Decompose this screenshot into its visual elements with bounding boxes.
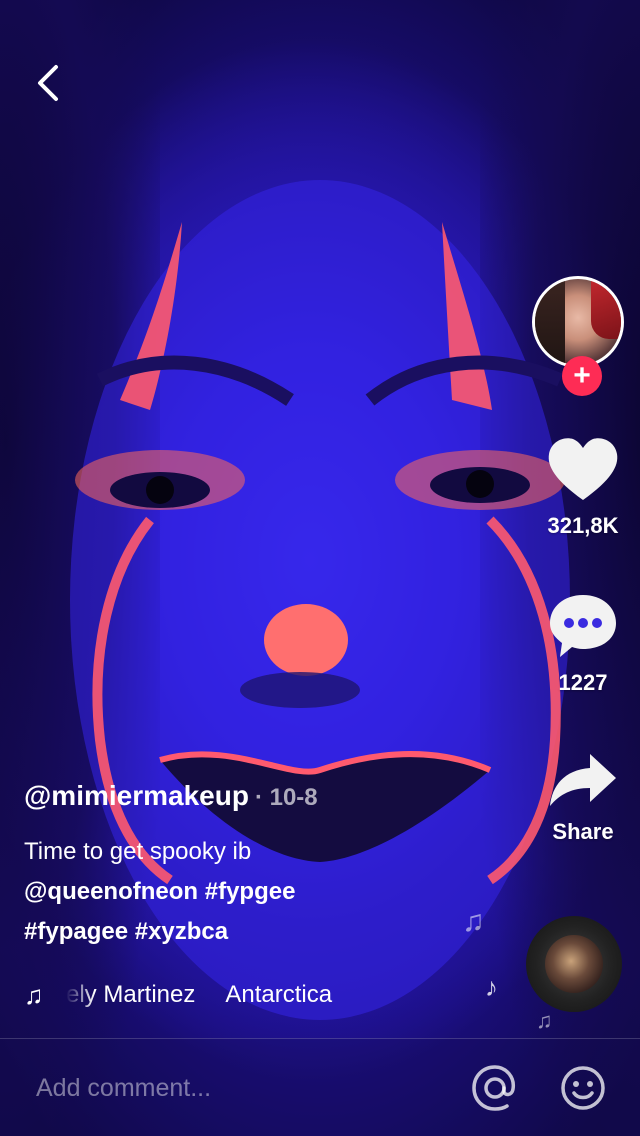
author-avatar[interactable] (532, 276, 624, 368)
like-button[interactable]: 321,8K (528, 436, 638, 539)
music-disc-cover (545, 935, 603, 993)
floating-note-icon: ♫ (536, 1008, 553, 1033)
music-ticker[interactable]: ♫ ely Martinez Antarctica (24, 975, 504, 1015)
video-screen[interactable]: + 321,8K 1227 Share ♫ ♪ ♫ @mimiermakeup … (0, 0, 640, 1136)
share-button[interactable]: Share (528, 750, 638, 845)
author-line: @mimiermakeup · 10-8 (24, 780, 504, 812)
emoji-icon (561, 1066, 605, 1110)
hashtag-links[interactable]: #fypagee #xyzbca (24, 918, 228, 945)
at-icon (472, 1065, 515, 1111)
music-disc[interactable] (526, 916, 622, 1012)
comment-bubble-icon (550, 595, 616, 657)
hashtag-link[interactable]: #fypgee (205, 878, 296, 905)
music-note-icon: ♫ (24, 979, 44, 1010)
back-icon (38, 65, 58, 101)
video-caption: @mimiermakeup · 10-8 Time to get spooky i… (24, 780, 504, 952)
share-label: Share (552, 819, 614, 844)
description-text: Time to get spooky ib (24, 838, 252, 865)
author-avatar-group: + (532, 276, 628, 396)
mention-link[interactable]: @queenofneon (24, 878, 198, 905)
mention-button[interactable] (470, 1063, 520, 1113)
heart-icon (548, 438, 618, 500)
comment-count: 1227 (558, 670, 608, 695)
comment-button[interactable]: 1227 (528, 591, 638, 696)
comment-input[interactable] (34, 1067, 438, 1109)
music-title-scroll: ely Martinez Antarctica (66, 981, 422, 1009)
share-arrow-icon (550, 754, 616, 806)
post-date: · 10-8 (254, 784, 318, 811)
back-button[interactable] (22, 58, 72, 108)
follow-button[interactable]: + (562, 356, 602, 396)
music-title: ely Martinez (66, 981, 196, 1008)
plus-icon: + (573, 359, 591, 392)
avatar-hair-red (591, 279, 621, 339)
video-description: Time to get spooky ib @queenofneon #fypg… (24, 832, 504, 952)
avatar-hair-dark (535, 279, 565, 365)
author-username[interactable]: @mimiermakeup (24, 780, 249, 811)
like-count: 321,8K (547, 513, 619, 538)
comment-bar (0, 1038, 640, 1136)
emoji-button[interactable] (558, 1063, 608, 1113)
music-title-next: Antarctica (225, 981, 333, 1008)
